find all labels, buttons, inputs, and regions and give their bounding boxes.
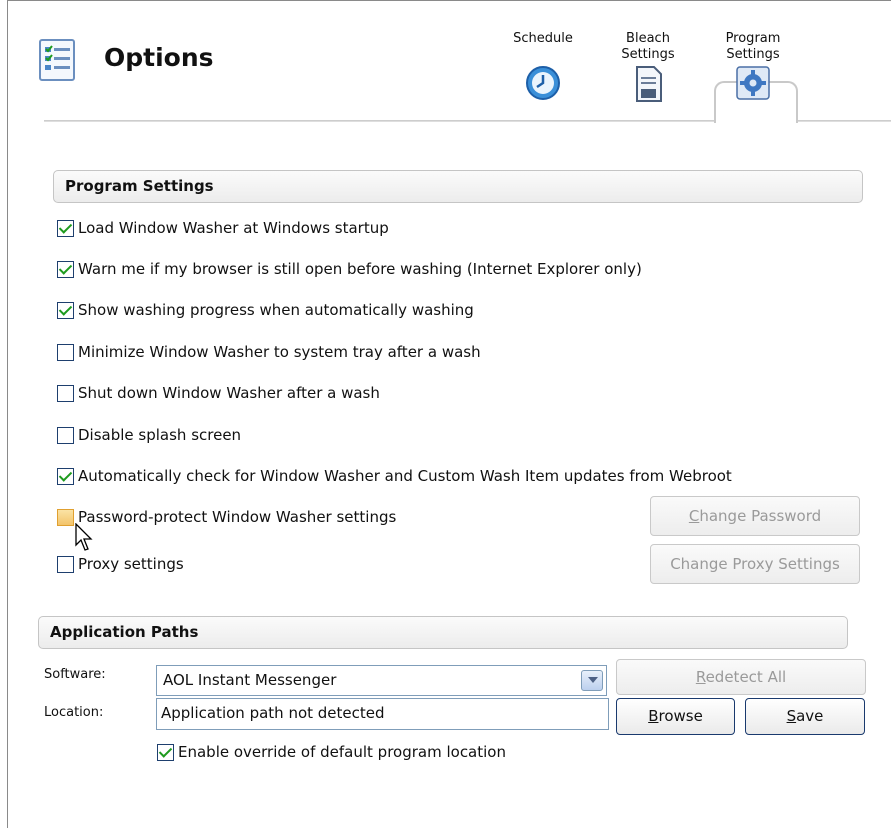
option-label: Enable override of default program locat… — [178, 743, 506, 761]
option-load-at-startup[interactable]: Load Window Washer at Windows startup — [57, 217, 389, 239]
options-list-icon — [39, 39, 75, 81]
option-password-protect[interactable]: Password-protect Window Washer settings — [57, 506, 396, 528]
clock-icon — [526, 66, 560, 100]
option-disable-splash[interactable]: Disable splash screen — [57, 424, 241, 446]
save-button[interactable]: Save — [745, 698, 865, 735]
software-select-value: AOL Instant Messenger — [163, 671, 337, 689]
option-label: Warn me if my browser is still open befo… — [78, 260, 642, 278]
location-field[interactable]: Application path not detected — [156, 698, 609, 730]
application-paths-header: Application Paths — [38, 616, 848, 649]
checkbox[interactable] — [157, 743, 174, 761]
option-label: Password-protect Window Washer settings — [78, 508, 397, 526]
option-label: Load Window Washer at Windows startup — [78, 219, 389, 237]
chevron-down-icon[interactable] — [581, 670, 603, 691]
option-label: Shut down Window Washer after a wash — [78, 384, 380, 402]
option-label: Automatically check for Window Washer an… — [78, 467, 732, 485]
location-label: Location: — [44, 705, 104, 720]
checkbox[interactable] — [57, 467, 74, 485]
mouse-pointer-icon — [75, 523, 93, 551]
option-enable-override[interactable]: Enable override of default program locat… — [157, 741, 506, 763]
tab-schedule-label: Schedule — [513, 31, 573, 46]
tab-bleach-settings[interactable]: Bleach Settings — [603, 31, 693, 103]
option-label: Proxy settings — [78, 555, 184, 573]
document-icon — [636, 66, 662, 102]
checkbox[interactable] — [57, 508, 74, 526]
tab-program-label: Program Settings — [725, 31, 781, 62]
option-minimize-to-tray[interactable]: Minimize Window Washer to system tray af… — [57, 341, 481, 363]
option-warn-browser-open[interactable]: Warn me if my browser is still open befo… — [57, 258, 642, 280]
header-divider — [44, 120, 714, 122]
option-show-progress[interactable]: Show washing progress when automatically… — [57, 299, 474, 321]
option-auto-check-updates[interactable]: Automatically check for Window Washer an… — [57, 465, 732, 487]
software-label: Software: — [44, 667, 106, 682]
tab-bleach-label: Bleach Settings — [621, 31, 675, 62]
checkbox[interactable] — [57, 343, 74, 361]
program-settings-header: Program Settings — [53, 170, 863, 203]
option-shut-down-after-wash[interactable]: Shut down Window Washer after a wash — [57, 382, 380, 404]
option-label: Show washing progress when automatically… — [78, 301, 474, 319]
page-title: Options — [104, 43, 214, 72]
checkbox[interactable] — [57, 555, 74, 573]
option-proxy-settings[interactable]: Proxy settings — [57, 553, 184, 575]
checkbox[interactable] — [57, 426, 74, 444]
change-proxy-settings-button[interactable]: Change Proxy Settings — [650, 544, 860, 584]
option-label: Disable splash screen — [78, 426, 242, 444]
change-password-button[interactable]: Change Password — [650, 496, 860, 536]
checkbox[interactable] — [57, 260, 74, 278]
checkbox[interactable] — [57, 219, 74, 237]
redetect-all-button[interactable]: Redetect All — [616, 659, 866, 695]
option-label: Minimize Window Washer to system tray af… — [78, 343, 481, 361]
software-select[interactable]: AOL Instant Messenger — [156, 665, 607, 696]
checkbox[interactable] — [57, 301, 74, 319]
tab-program-settings[interactable]: Program Settings — [708, 31, 798, 101]
gear-icon — [736, 66, 770, 100]
tab-schedule[interactable]: Schedule — [498, 31, 588, 101]
browse-button[interactable]: Browse — [616, 698, 735, 735]
header-divider-right — [798, 120, 891, 122]
checkbox[interactable] — [57, 384, 74, 402]
